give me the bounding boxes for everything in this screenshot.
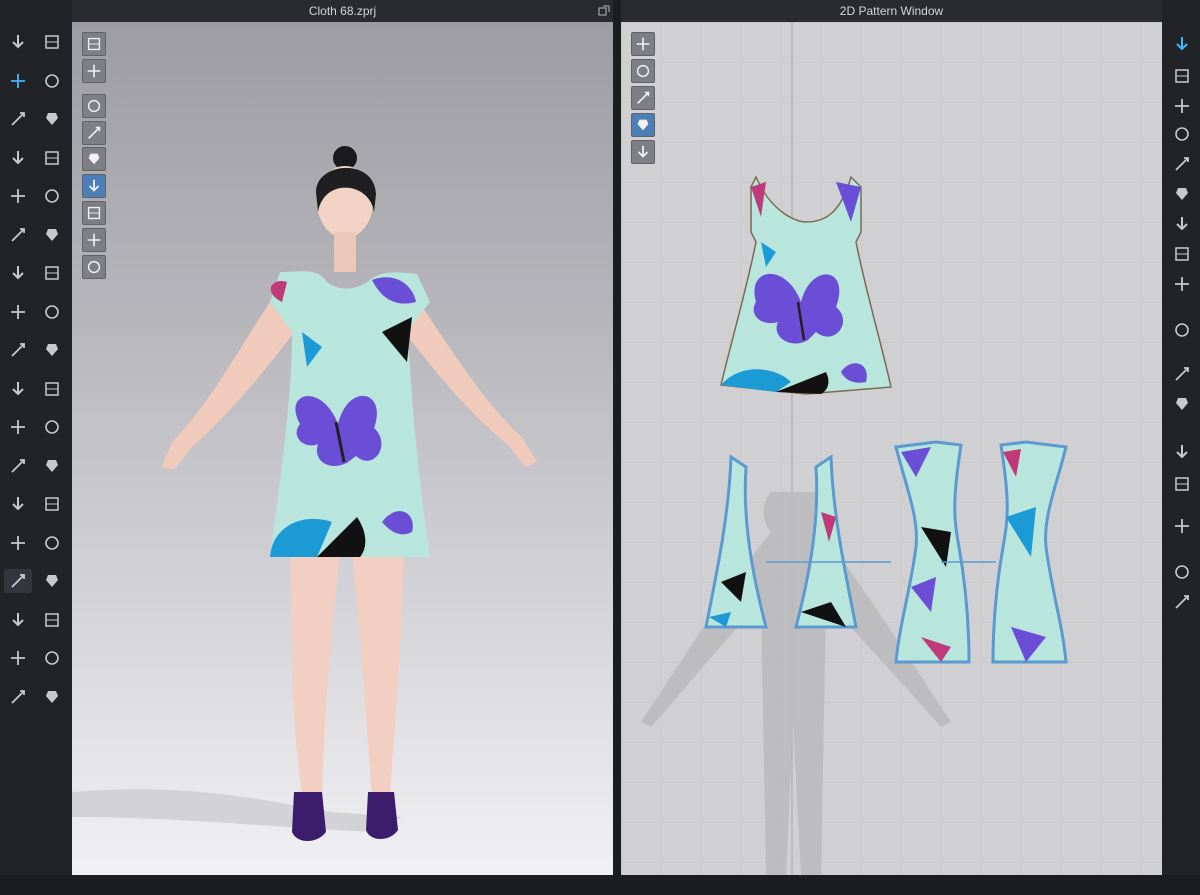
title-2d-label: 2D Pattern Window [839, 4, 944, 18]
shirt2-icon[interactable] [38, 415, 66, 439]
skin-icon[interactable] [82, 228, 106, 252]
tape-icon[interactable] [38, 685, 66, 709]
measure-icon[interactable] [4, 377, 32, 401]
rectangle-icon[interactable] [1169, 122, 1195, 146]
status-bar [0, 875, 1200, 895]
fold-icon[interactable] [38, 69, 66, 93]
maximize-icon[interactable] [598, 4, 610, 16]
rect-icon[interactable] [38, 531, 66, 555]
window-title-3d: Cloth 68.zprj [72, 0, 613, 22]
elastic-icon[interactable] [4, 608, 32, 632]
box-icon[interactable] [38, 300, 66, 324]
pin-icon[interactable] [38, 107, 66, 131]
splitter[interactable] [613, 0, 621, 875]
seam-icon[interactable] [38, 646, 66, 670]
trace-icon[interactable] [1169, 212, 1195, 236]
brush-icon[interactable] [38, 223, 66, 247]
belt-icon[interactable] [4, 646, 32, 670]
arrow-down-icon[interactable] [4, 30, 32, 54]
fabric-view-icon[interactable] [631, 113, 655, 137]
dart-icon[interactable] [1169, 182, 1195, 206]
buttonhole-icon[interactable] [4, 454, 32, 478]
seam-line [766, 561, 996, 563]
text-icon[interactable] [1169, 440, 1195, 464]
steam-icon[interactable] [38, 146, 66, 170]
globe-icon[interactable] [82, 255, 106, 279]
sew-icon[interactable] [38, 454, 66, 478]
figure-icon[interactable] [1169, 590, 1195, 614]
glue-icon[interactable] [38, 492, 66, 516]
show-garment-icon[interactable] [82, 94, 106, 118]
internal-icon[interactable] [1169, 152, 1195, 176]
viewport-2d[interactable] [621, 22, 1162, 875]
move-icon[interactable] [4, 69, 32, 93]
select-icon[interactable] [1169, 32, 1195, 56]
ruler-icon[interactable] [1169, 362, 1195, 386]
title-3d-label: Cloth 68.zprj [308, 4, 377, 18]
button-icon[interactable] [38, 377, 66, 401]
avatar2d-icon[interactable] [1169, 560, 1195, 584]
measure-line-icon[interactable] [1169, 392, 1195, 416]
lock-shirt-icon[interactable] [631, 140, 655, 164]
garment-icon[interactable] [82, 32, 106, 56]
pattern-sleeve-left[interactable] [891, 437, 971, 667]
edit-icon[interactable] [4, 107, 32, 131]
right-toolbar [1162, 22, 1200, 895]
show-shirt-icon[interactable] [631, 59, 655, 83]
avatar-figure[interactable] [112, 132, 572, 852]
rope-icon[interactable] [4, 338, 32, 362]
pattern-sleeve-right[interactable] [991, 437, 1071, 667]
pattern-back-right[interactable] [791, 452, 861, 632]
toolbar-header [0, 0, 72, 22]
text-large-icon[interactable] [1169, 472, 1195, 496]
segment-icon[interactable] [1169, 64, 1195, 88]
grid-pattern-icon[interactable] [1169, 514, 1195, 538]
avatar-icon[interactable] [4, 531, 32, 555]
pattern-icon[interactable] [4, 492, 32, 516]
needle-icon[interactable] [631, 32, 655, 56]
info-icon[interactable] [631, 86, 655, 110]
selection-icon[interactable] [4, 300, 32, 324]
zipper-icon[interactable] [4, 415, 32, 439]
lock-icon[interactable] [38, 338, 66, 362]
heal-icon[interactable] [4, 685, 32, 709]
toolbar-header-right [1162, 0, 1200, 22]
arrange-icon[interactable] [38, 261, 66, 285]
rotate-icon[interactable] [4, 261, 32, 285]
cut-icon[interactable] [1169, 242, 1195, 266]
tack-icon[interactable] [4, 146, 32, 170]
shirt-icon[interactable] [4, 184, 32, 208]
notch-icon[interactable] [1169, 318, 1195, 342]
avatar-view-icon[interactable] [82, 147, 106, 171]
fit-icon[interactable] [38, 608, 66, 632]
left-toolbar [0, 22, 72, 895]
polygon-icon[interactable] [1169, 94, 1195, 118]
viewport-3d[interactable] [72, 22, 613, 875]
grid-icon[interactable] [38, 569, 66, 593]
box-view-icon[interactable] [82, 201, 106, 225]
curve-icon[interactable] [1169, 272, 1195, 296]
window-title-2d: 2D Pattern Window [621, 0, 1162, 22]
walk-icon[interactable] [38, 30, 66, 54]
texture-icon[interactable] [82, 121, 106, 145]
shirt-view-icon[interactable] [82, 59, 106, 83]
fabric-icon[interactable] [4, 569, 32, 593]
hanger-icon[interactable] [38, 184, 66, 208]
pattern-back-left[interactable] [701, 452, 771, 632]
pattern-view-icon[interactable] [82, 174, 106, 198]
line-icon[interactable] [4, 223, 32, 247]
pattern-front-piece[interactable] [716, 172, 896, 397]
